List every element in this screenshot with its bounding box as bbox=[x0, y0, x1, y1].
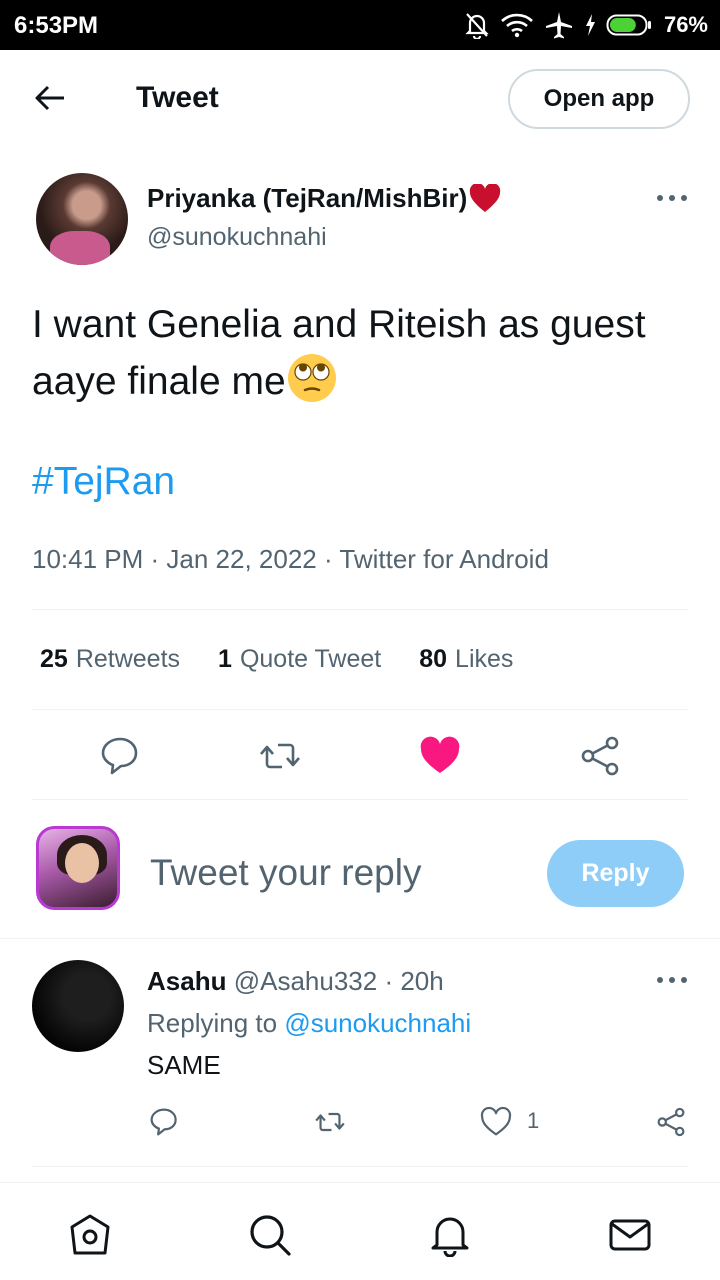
replying-to-prefix: Replying to bbox=[147, 1008, 278, 1038]
tweet-text: I want Genelia and Riteish as guest aaye… bbox=[32, 298, 672, 409]
search-icon[interactable] bbox=[248, 1213, 292, 1257]
reply-time: · 20h bbox=[384, 966, 444, 996]
reply-retweet-icon[interactable] bbox=[314, 1106, 346, 1138]
quote-tweets-stat[interactable]: 1 Quote Tweet bbox=[218, 645, 381, 674]
share-icon[interactable] bbox=[578, 734, 622, 778]
retweets-count: 25 bbox=[40, 645, 68, 673]
back-arrow-icon[interactable] bbox=[32, 80, 68, 116]
tweet-actions bbox=[0, 734, 720, 778]
wifi-icon bbox=[501, 13, 533, 38]
tweet-stats: 25 Retweets 1 Quote Tweet 80 Likes bbox=[40, 645, 513, 674]
airplane-icon bbox=[545, 12, 572, 39]
like-filled-icon[interactable] bbox=[418, 734, 462, 778]
reply-like-count: 1 bbox=[527, 1108, 540, 1133]
retweets-stat[interactable]: 25 Retweets bbox=[40, 645, 180, 674]
status-bar: 6:53PM 76% bbox=[0, 0, 720, 50]
battery-percent: 76% bbox=[663, 12, 708, 37]
current-user-avatar[interactable] bbox=[36, 826, 120, 910]
reply-reply-icon[interactable] bbox=[148, 1106, 180, 1138]
author-name[interactable]: Priyanka (TejRan/MishBir) bbox=[147, 183, 501, 214]
reply-author-avatar[interactable] bbox=[32, 960, 124, 1052]
author-name-text: Priyanka (TejRan/MishBir) bbox=[147, 183, 468, 213]
home-icon[interactable] bbox=[68, 1213, 112, 1257]
more-options-icon[interactable] bbox=[656, 193, 688, 203]
bottom-nav bbox=[0, 1182, 720, 1280]
replying-to: Replying to @sunokuchnahi bbox=[147, 1008, 471, 1039]
divider bbox=[32, 1166, 688, 1167]
avatar-photo-detail bbox=[50, 231, 110, 265]
likes-stat[interactable]: 80 Likes bbox=[419, 645, 513, 674]
battery-icon bbox=[606, 14, 651, 36]
page-title: Tweet bbox=[136, 81, 219, 114]
reply-button[interactable]: Reply bbox=[547, 840, 684, 907]
author-handle[interactable]: @sunokuchnahi bbox=[147, 223, 327, 252]
reply-actions: 1 bbox=[0, 1106, 720, 1140]
top-nav: Tweet Open app bbox=[0, 50, 720, 148]
replying-to-mention[interactable]: @sunokuchnahi bbox=[284, 1008, 471, 1038]
status-icons: 76% bbox=[464, 9, 708, 41]
reply-more-options-icon[interactable] bbox=[656, 975, 688, 985]
reply-like-icon[interactable] bbox=[480, 1106, 512, 1138]
open-app-button[interactable]: Open app bbox=[508, 69, 690, 129]
face-with-rolling-eyes-emoji-icon bbox=[287, 354, 336, 402]
tweet-text-content: I want Genelia and Riteish as guest aaye… bbox=[32, 303, 646, 403]
divider bbox=[0, 938, 720, 939]
mute-bell-icon bbox=[465, 13, 489, 39]
divider bbox=[32, 709, 688, 710]
retweets-label: Retweets bbox=[75, 645, 181, 673]
reply-author-name[interactable]: Asahu bbox=[147, 966, 226, 996]
charging-icon bbox=[585, 14, 595, 36]
reply-input[interactable]: Tweet your reply bbox=[150, 852, 421, 894]
quote-tweets-count: 1 bbox=[218, 645, 232, 673]
reply-header: Asahu @Asahu332 · 20h bbox=[147, 966, 444, 997]
reply-icon[interactable] bbox=[98, 734, 142, 778]
likes-count: 80 bbox=[419, 645, 448, 673]
tweet-timestamp-source: 10:41 PM · Jan 22, 2022 · Twitter for An… bbox=[32, 544, 549, 574]
divider bbox=[32, 799, 688, 800]
notifications-bell-icon[interactable] bbox=[428, 1213, 472, 1257]
reply-share-icon[interactable] bbox=[655, 1106, 687, 1138]
retweet-icon[interactable] bbox=[258, 734, 302, 778]
reply-author-handle[interactable]: @Asahu332 bbox=[234, 966, 378, 996]
likes-label: Likes bbox=[455, 645, 514, 673]
hashtag-link[interactable]: #TejRan bbox=[32, 460, 175, 504]
reply-tweet[interactable]: Asahu @Asahu332 · 20h Replying to @sunok… bbox=[0, 940, 720, 1166]
divider bbox=[32, 609, 688, 610]
messages-mail-icon[interactable] bbox=[608, 1213, 652, 1257]
status-time: 6:53PM bbox=[14, 12, 99, 39]
author-avatar[interactable] bbox=[36, 173, 128, 265]
red-heart-emoji-icon bbox=[470, 183, 501, 212]
quote-tweets-label: Quote Tweet bbox=[239, 645, 382, 673]
reply-text: SAME bbox=[147, 1050, 221, 1080]
avatar-photo-detail bbox=[65, 843, 99, 883]
